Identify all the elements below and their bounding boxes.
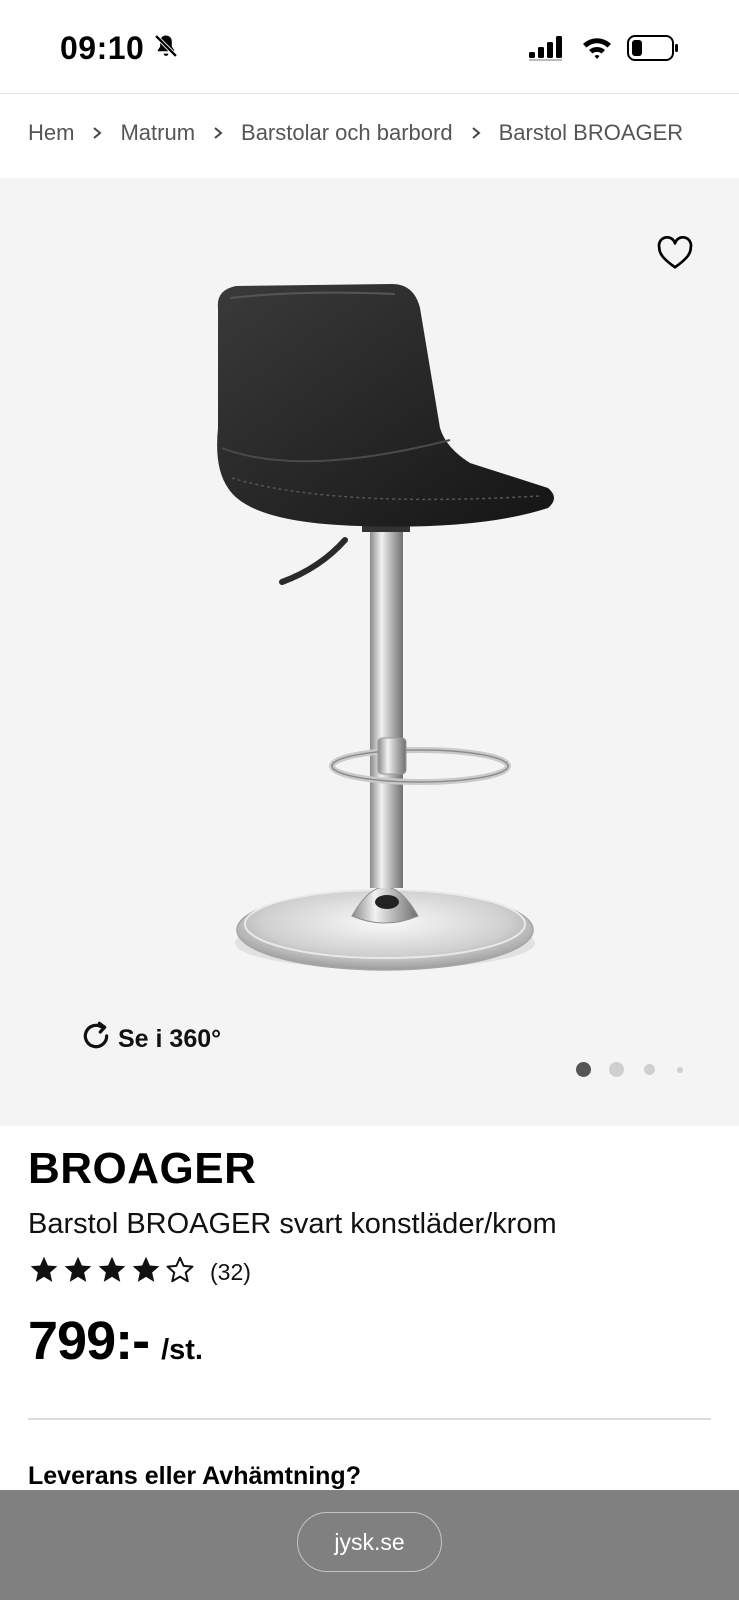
price-unit: /st. [161,1334,203,1366]
browser-bottom-bar: jysk.se [0,1490,739,1600]
delivery-heading: Leverans eller Avhämtning? [28,1462,361,1490]
pagination-dot-active[interactable] [576,1062,591,1077]
product-rating[interactable]: (32) [28,1254,251,1291]
pagination-dot[interactable] [644,1064,655,1075]
star-filled-icon [62,1254,94,1291]
product-image[interactable] [0,178,739,1126]
cellular-signal-icon [529,35,567,66]
star-filled-icon [96,1254,128,1291]
bell-slash-icon [152,32,180,65]
rotate-icon [80,1020,112,1059]
breadcrumb-item-matrum[interactable]: Matrum [120,120,195,146]
breadcrumb-item-current: Barstol BROAGER [498,120,684,145]
chevron-right-icon [92,120,103,146]
breadcrumb-item-barstolar[interactable]: Barstolar och barbord [241,120,453,146]
rating-count[interactable]: (32) [210,1259,251,1286]
price-value: 799:- [28,1311,150,1371]
image-pagination [576,1062,683,1077]
breadcrumb: Hem Matrum Barstolar och barbord Barstol… [28,120,729,146]
heart-outline-icon[interactable] [657,235,693,270]
product-name: BROAGER [28,1144,257,1193]
product-description: Barstol BROAGER svart konstläder/krom [28,1208,557,1240]
price: 799:- /st. [28,1310,203,1372]
chevron-right-icon [471,120,481,146]
view-360-button[interactable]: Se i 360° [80,1020,221,1059]
status-time: 09:10 [60,30,145,66]
wifi-icon [581,35,613,66]
star-filled-icon [130,1254,162,1291]
breadcrumb-item-home[interactable]: Hem [28,120,74,146]
product-image-gallery[interactable]: Se i 360° [0,178,739,1126]
divider [28,1418,711,1420]
star-outline-icon [164,1254,196,1291]
star-filled-icon [28,1254,60,1291]
battery-icon [627,34,679,67]
pagination-dot[interactable] [609,1062,624,1077]
chevron-right-icon [213,120,223,146]
status-bar: 09:10 [0,0,739,94]
address-bar[interactable]: jysk.se [297,1512,442,1572]
view-360-label: Se i 360° [118,1025,222,1053]
pagination-dot[interactable] [677,1066,683,1073]
